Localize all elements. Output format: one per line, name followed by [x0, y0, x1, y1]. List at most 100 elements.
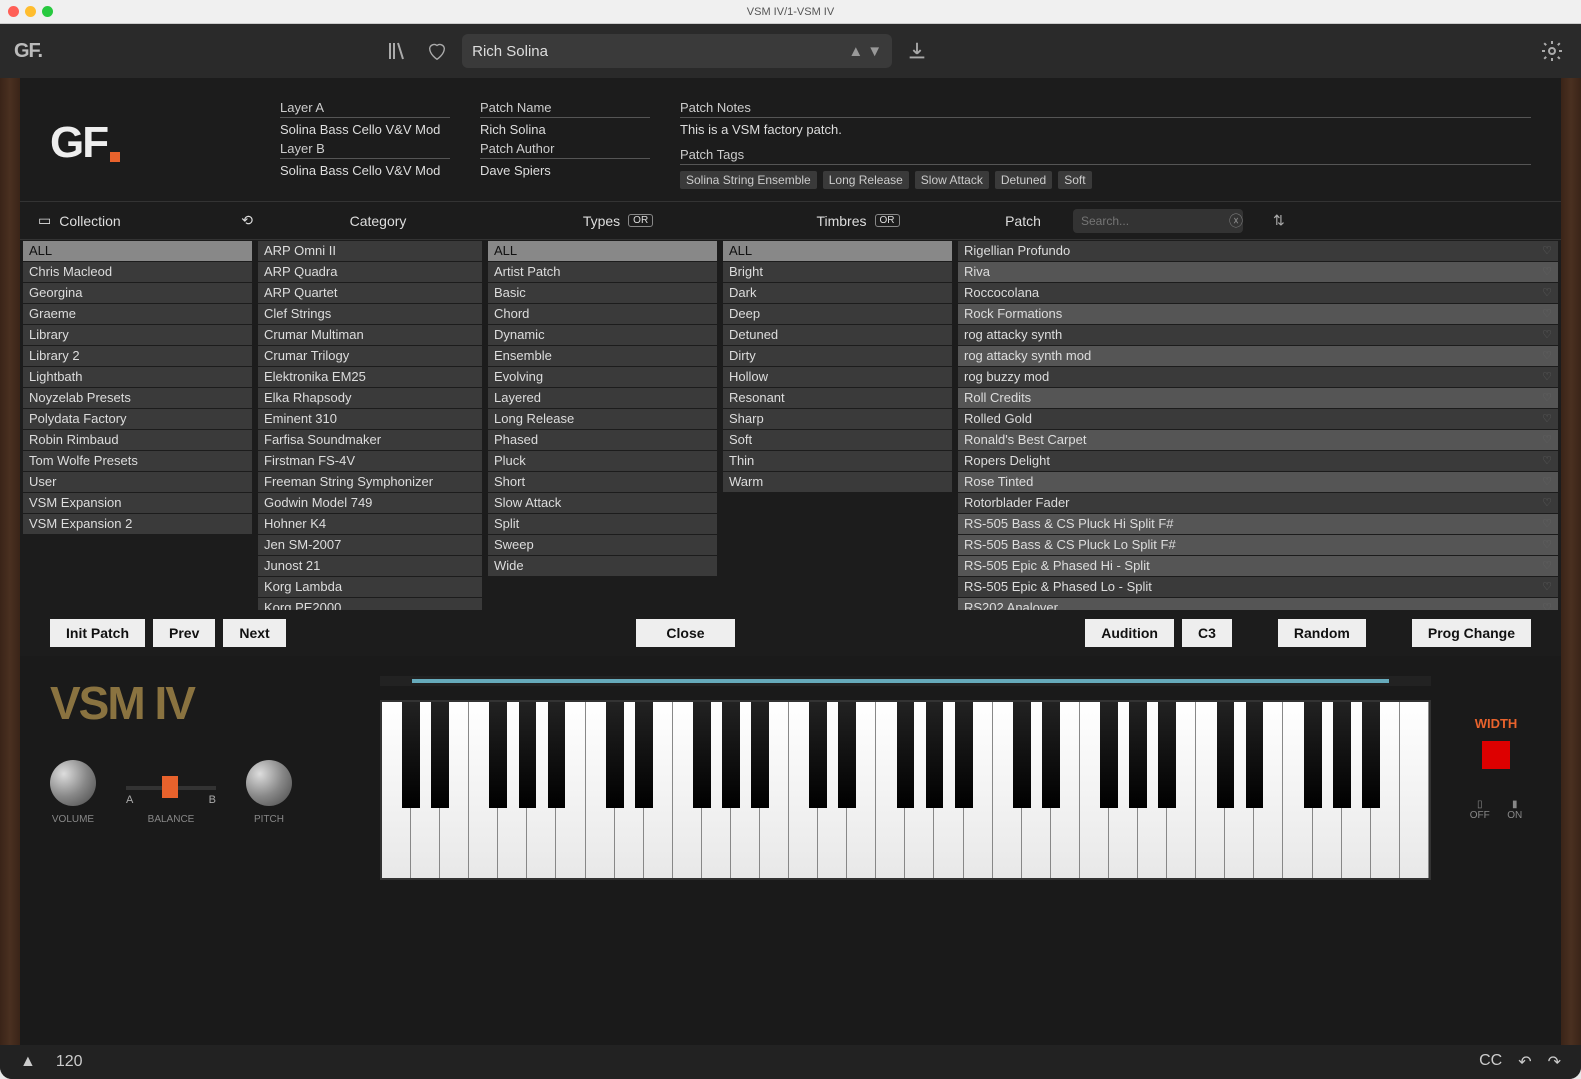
prog-change-button[interactable]: Prog Change [1412, 619, 1531, 647]
white-key[interactable] [1283, 702, 1312, 878]
favorite-heart-icon[interactable]: ♡ [1542, 241, 1552, 261]
list-item[interactable]: Clef Strings [258, 304, 482, 324]
white-key[interactable] [1022, 702, 1051, 878]
favorite-heart-icon[interactable]: ♡ [1542, 577, 1552, 597]
list-item[interactable]: Polydata Factory [23, 409, 252, 429]
patch-name-value[interactable]: Rich Solina [480, 122, 650, 137]
settings-icon[interactable] [1537, 36, 1567, 66]
list-item[interactable]: ARP Omni II [258, 241, 482, 261]
white-key[interactable] [905, 702, 934, 878]
audition-note-button[interactable]: C3 [1182, 619, 1232, 647]
close-button[interactable]: Close [636, 619, 734, 647]
list-item[interactable]: Warm [723, 472, 952, 492]
timbres-header[interactable]: Timbres [816, 213, 866, 229]
list-item[interactable]: Korg Lambda [258, 577, 482, 597]
list-item[interactable]: Evolving [488, 367, 717, 387]
patch-row[interactable]: Rose Tinted♡ [958, 472, 1558, 492]
audition-button[interactable]: Audition [1085, 619, 1174, 647]
init-patch-button[interactable]: Init Patch [50, 619, 145, 647]
favorite-heart-icon[interactable]: ♡ [1542, 598, 1552, 610]
layer-b-value[interactable]: Solina Bass Cello V&V Mod [280, 163, 450, 178]
favorite-heart-icon[interactable]: ♡ [1542, 430, 1552, 450]
list-item[interactable]: Crumar Trilogy [258, 346, 482, 366]
width-button[interactable] [1482, 741, 1510, 769]
metronome-icon[interactable]: ▲ [20, 1053, 36, 1071]
timbres-column[interactable]: ALLBrightDarkDeepDetunedDirtyHollowReson… [720, 240, 955, 610]
preset-selector[interactable]: Rich Solina ▲ ▼ [462, 34, 892, 68]
folder-icon[interactable]: ▭ [38, 212, 51, 229]
list-item[interactable]: Sweep [488, 535, 717, 555]
list-item[interactable]: Short [488, 472, 717, 492]
timbres-or-toggle[interactable]: OR [875, 214, 900, 227]
patch-row[interactable]: RS202 Analover♡ [958, 598, 1558, 610]
patch-row[interactable]: rog buzzy mod♡ [958, 367, 1558, 387]
list-item[interactable]: ALL [23, 241, 252, 261]
keyboard-range-slider[interactable] [380, 676, 1431, 686]
pitch-knob[interactable] [246, 760, 292, 806]
list-item[interactable]: Freeman String Symphonizer [258, 472, 482, 492]
list-item[interactable]: Elektronika EM25 [258, 367, 482, 387]
list-item[interactable]: Long Release [488, 409, 717, 429]
white-key[interactable] [876, 702, 905, 878]
patch-row[interactable]: Rock Formations♡ [958, 304, 1558, 324]
patch-notes-value[interactable]: This is a VSM factory patch. [680, 122, 1531, 137]
list-item[interactable]: Chris Macleod [23, 262, 252, 282]
prev-button[interactable]: Prev [153, 619, 215, 647]
keyboard[interactable] [380, 700, 1431, 880]
list-item[interactable]: Junost 21 [258, 556, 482, 576]
clear-search-icon[interactable]: ⓧ [1229, 211, 1243, 231]
list-item[interactable]: Deep [723, 304, 952, 324]
collection-column[interactable]: ALLChris MacleodGeorginaGraemeLibraryLib… [20, 240, 255, 610]
white-key[interactable] [440, 702, 469, 878]
white-key[interactable] [1138, 702, 1167, 878]
white-key[interactable] [702, 702, 731, 878]
list-item[interactable]: Lightbath [23, 367, 252, 387]
patch-row[interactable]: Rotorblader Fader♡ [958, 493, 1558, 513]
white-key[interactable] [556, 702, 585, 878]
patch-row[interactable]: Ropers Delight♡ [958, 451, 1558, 471]
white-key[interactable] [1313, 702, 1342, 878]
patch-row[interactable]: RS-505 Epic & Phased Lo - Split♡ [958, 577, 1558, 597]
tempo-value[interactable]: 120 [56, 1053, 83, 1071]
white-key[interactable] [673, 702, 702, 878]
list-item[interactable]: Pluck [488, 451, 717, 471]
patch-row[interactable]: Rigellian Profundo♡ [958, 241, 1558, 261]
sort-icon[interactable]: ⇅ [1273, 212, 1285, 229]
white-key[interactable] [731, 702, 760, 878]
list-item[interactable]: Farfisa Soundmaker [258, 430, 482, 450]
list-item[interactable]: Korg PE2000 [258, 598, 482, 610]
close-window-icon[interactable] [8, 6, 19, 17]
white-key[interactable] [993, 702, 1022, 878]
types-header[interactable]: Types [583, 213, 620, 229]
favorite-heart-icon[interactable]: ♡ [1542, 346, 1552, 366]
favorite-heart-icon[interactable]: ♡ [1542, 493, 1552, 513]
white-key[interactable] [615, 702, 644, 878]
list-item[interactable]: Jen SM-2007 [258, 535, 482, 555]
search-input[interactable] [1073, 209, 1243, 233]
patch-row[interactable]: RS-505 Bass & CS Pluck Hi Split F#♡ [958, 514, 1558, 534]
list-item[interactable]: Detuned [723, 325, 952, 345]
width-on-icon[interactable]: ▮ [1507, 799, 1522, 810]
patch-row[interactable]: Roccocolana♡ [958, 283, 1558, 303]
list-item[interactable]: Hollow [723, 367, 952, 387]
patch-row[interactable]: RS-505 Epic & Phased Hi - Split♡ [958, 556, 1558, 576]
patch-row[interactable]: Riva♡ [958, 262, 1558, 282]
list-item[interactable]: Slow Attack [488, 493, 717, 513]
white-key[interactable] [1196, 702, 1225, 878]
category-header[interactable]: Category [263, 213, 493, 229]
white-key[interactable] [1225, 702, 1254, 878]
white-key[interactable] [1342, 702, 1371, 878]
sync-icon[interactable]: ⟲ [241, 212, 253, 229]
favorite-heart-icon[interactable]: ♡ [1542, 262, 1552, 282]
white-key[interactable] [760, 702, 789, 878]
list-item[interactable]: User [23, 472, 252, 492]
favorite-heart-icon[interactable]: ♡ [1542, 409, 1552, 429]
patch-header[interactable]: Patch [983, 213, 1063, 229]
types-or-toggle[interactable]: OR [628, 214, 653, 227]
white-key[interactable] [382, 702, 411, 878]
list-item[interactable]: Tom Wolfe Presets [23, 451, 252, 471]
favorite-heart-icon[interactable]: ♡ [1542, 535, 1552, 555]
list-item[interactable]: Eminent 310 [258, 409, 482, 429]
list-item[interactable]: Wide [488, 556, 717, 576]
minimize-window-icon[interactable] [25, 6, 36, 17]
